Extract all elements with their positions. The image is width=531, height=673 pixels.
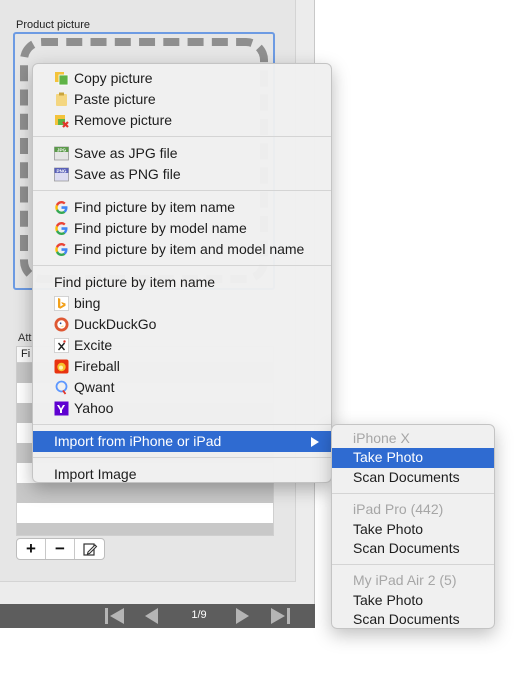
yahoo-icon	[54, 401, 69, 416]
submenu-item-take-photo[interactable]: Take Photo	[332, 448, 494, 468]
menu-item-qwant[interactable]: Qwant	[33, 377, 331, 398]
submenu-item-scan-documents[interactable]: Scan Documents	[332, 539, 494, 558]
fireball-icon	[54, 359, 69, 374]
menu-item-label: Yahoo	[74, 400, 114, 416]
add-row-button[interactable]: +	[17, 539, 46, 559]
menu-item-label: Excite	[74, 337, 113, 353]
submenu-arrow-icon	[311, 437, 319, 447]
menu-item-label: Remove picture	[74, 112, 173, 128]
table-row[interactable]	[17, 483, 273, 503]
remove-row-button[interactable]: −	[46, 539, 75, 559]
menu-item-label: Find picture by item name	[74, 199, 236, 215]
device-header: My iPad Air 2 (5)	[353, 572, 457, 589]
device-header: iPhone X	[353, 430, 410, 446]
next-record-icon[interactable]	[235, 608, 251, 624]
duckduckgo-icon	[54, 317, 69, 332]
table-row[interactable]	[17, 503, 273, 523]
menu-separator	[33, 265, 331, 266]
submenu-separator	[332, 564, 494, 566]
import-device-submenu: iPhone X Take Photo Scan Documents iPad …	[331, 424, 495, 629]
menu-item-label: Copy picture	[74, 70, 153, 86]
bing-icon	[54, 296, 69, 311]
menu-separator	[33, 424, 331, 425]
attributes-label: Att	[18, 332, 32, 344]
google-icon	[55, 243, 68, 256]
menu-item-label: Save as JPG file	[74, 145, 178, 161]
menu-separator	[33, 190, 331, 191]
menu-item-copy-picture[interactable]: Copy picture	[33, 68, 331, 89]
menu-item-label: DuckDuckGo	[74, 316, 157, 332]
submenu-item-scan-documents[interactable]: Scan Documents	[332, 468, 494, 487]
menu-item-paste-picture[interactable]: Paste picture	[33, 89, 331, 110]
menu-item-save-png[interactable]: PNG Save as PNG file	[33, 164, 331, 185]
menu-item-fireball[interactable]: Fireball	[33, 356, 331, 377]
menu-item-label: Paste picture	[74, 91, 156, 107]
submenu-item-take-photo[interactable]: Take Photo	[332, 520, 494, 539]
page-counter: 1/9	[191, 609, 207, 621]
excite-icon	[54, 338, 69, 353]
menu-item-label: Import from iPhone or iPad	[54, 433, 222, 449]
menu-item-import-from-iphone[interactable]: Import from iPhone or iPad	[33, 431, 331, 452]
picture-context-menu: Copy picture Paste picture Remove pictur…	[32, 63, 332, 483]
png-file-icon: PNG	[54, 167, 69, 182]
submenu-item-scan-documents[interactable]: Scan Documents	[332, 610, 494, 629]
menu-item-label: Fireball	[74, 358, 120, 374]
menu-item-label: Qwant	[74, 379, 115, 395]
menu-item-find-by-item[interactable]: Find picture by item name	[33, 197, 331, 218]
menu-item-label: Save as PNG file	[74, 166, 181, 182]
remove-picture-icon	[55, 115, 69, 128]
menu-item-save-jpg[interactable]: JPG Save as JPG file	[33, 143, 331, 164]
menu-item-duckduckgo[interactable]: DuckDuckGo	[33, 314, 331, 335]
qwant-icon	[55, 380, 68, 395]
submenu-item-take-photo[interactable]: Take Photo	[332, 591, 494, 610]
menu-separator	[33, 136, 331, 137]
menu-separator	[33, 457, 331, 458]
google-icon	[55, 222, 68, 235]
menu-item-bing[interactable]: bing	[33, 293, 331, 314]
jpg-tag: JPG	[57, 147, 67, 152]
table-row[interactable]	[17, 523, 273, 535]
first-record-icon[interactable]	[104, 608, 126, 624]
record-navigation-bar: 1/9	[0, 604, 315, 628]
paste-picture-icon	[56, 92, 67, 106]
edit-button[interactable]	[75, 539, 104, 559]
device-header: iPad Pro (442)	[353, 501, 444, 518]
menu-item-yahoo[interactable]: Yahoo	[33, 398, 331, 419]
menu-item-label: Find picture by item and model name	[74, 241, 305, 257]
table-edit-buttons: + −	[16, 538, 105, 560]
menu-item-excite[interactable]: Excite	[33, 335, 331, 356]
copy-picture-icon	[55, 72, 69, 86]
menu-item-import-image[interactable]: Import Image	[33, 464, 331, 485]
last-record-icon[interactable]	[269, 608, 291, 624]
submenu-separator	[332, 493, 494, 495]
jpg-file-icon: JPG	[54, 146, 69, 161]
menu-item-label: Find picture by model name	[74, 220, 247, 236]
menu-item-label: bing	[74, 295, 101, 311]
previous-record-icon[interactable]	[143, 608, 159, 624]
menu-item-find-by-model[interactable]: Find picture by model name	[33, 218, 331, 239]
menu-item-find-by-item-and-model[interactable]: Find picture by item and model name	[33, 239, 331, 260]
menu-section-header: Find picture by item name	[54, 274, 216, 290]
menu-item-remove-picture[interactable]: Remove picture	[33, 110, 331, 131]
product-picture-label: Product picture	[16, 19, 90, 31]
png-tag: PNG	[57, 168, 67, 173]
edit-icon	[82, 543, 97, 556]
google-icon	[55, 201, 68, 214]
